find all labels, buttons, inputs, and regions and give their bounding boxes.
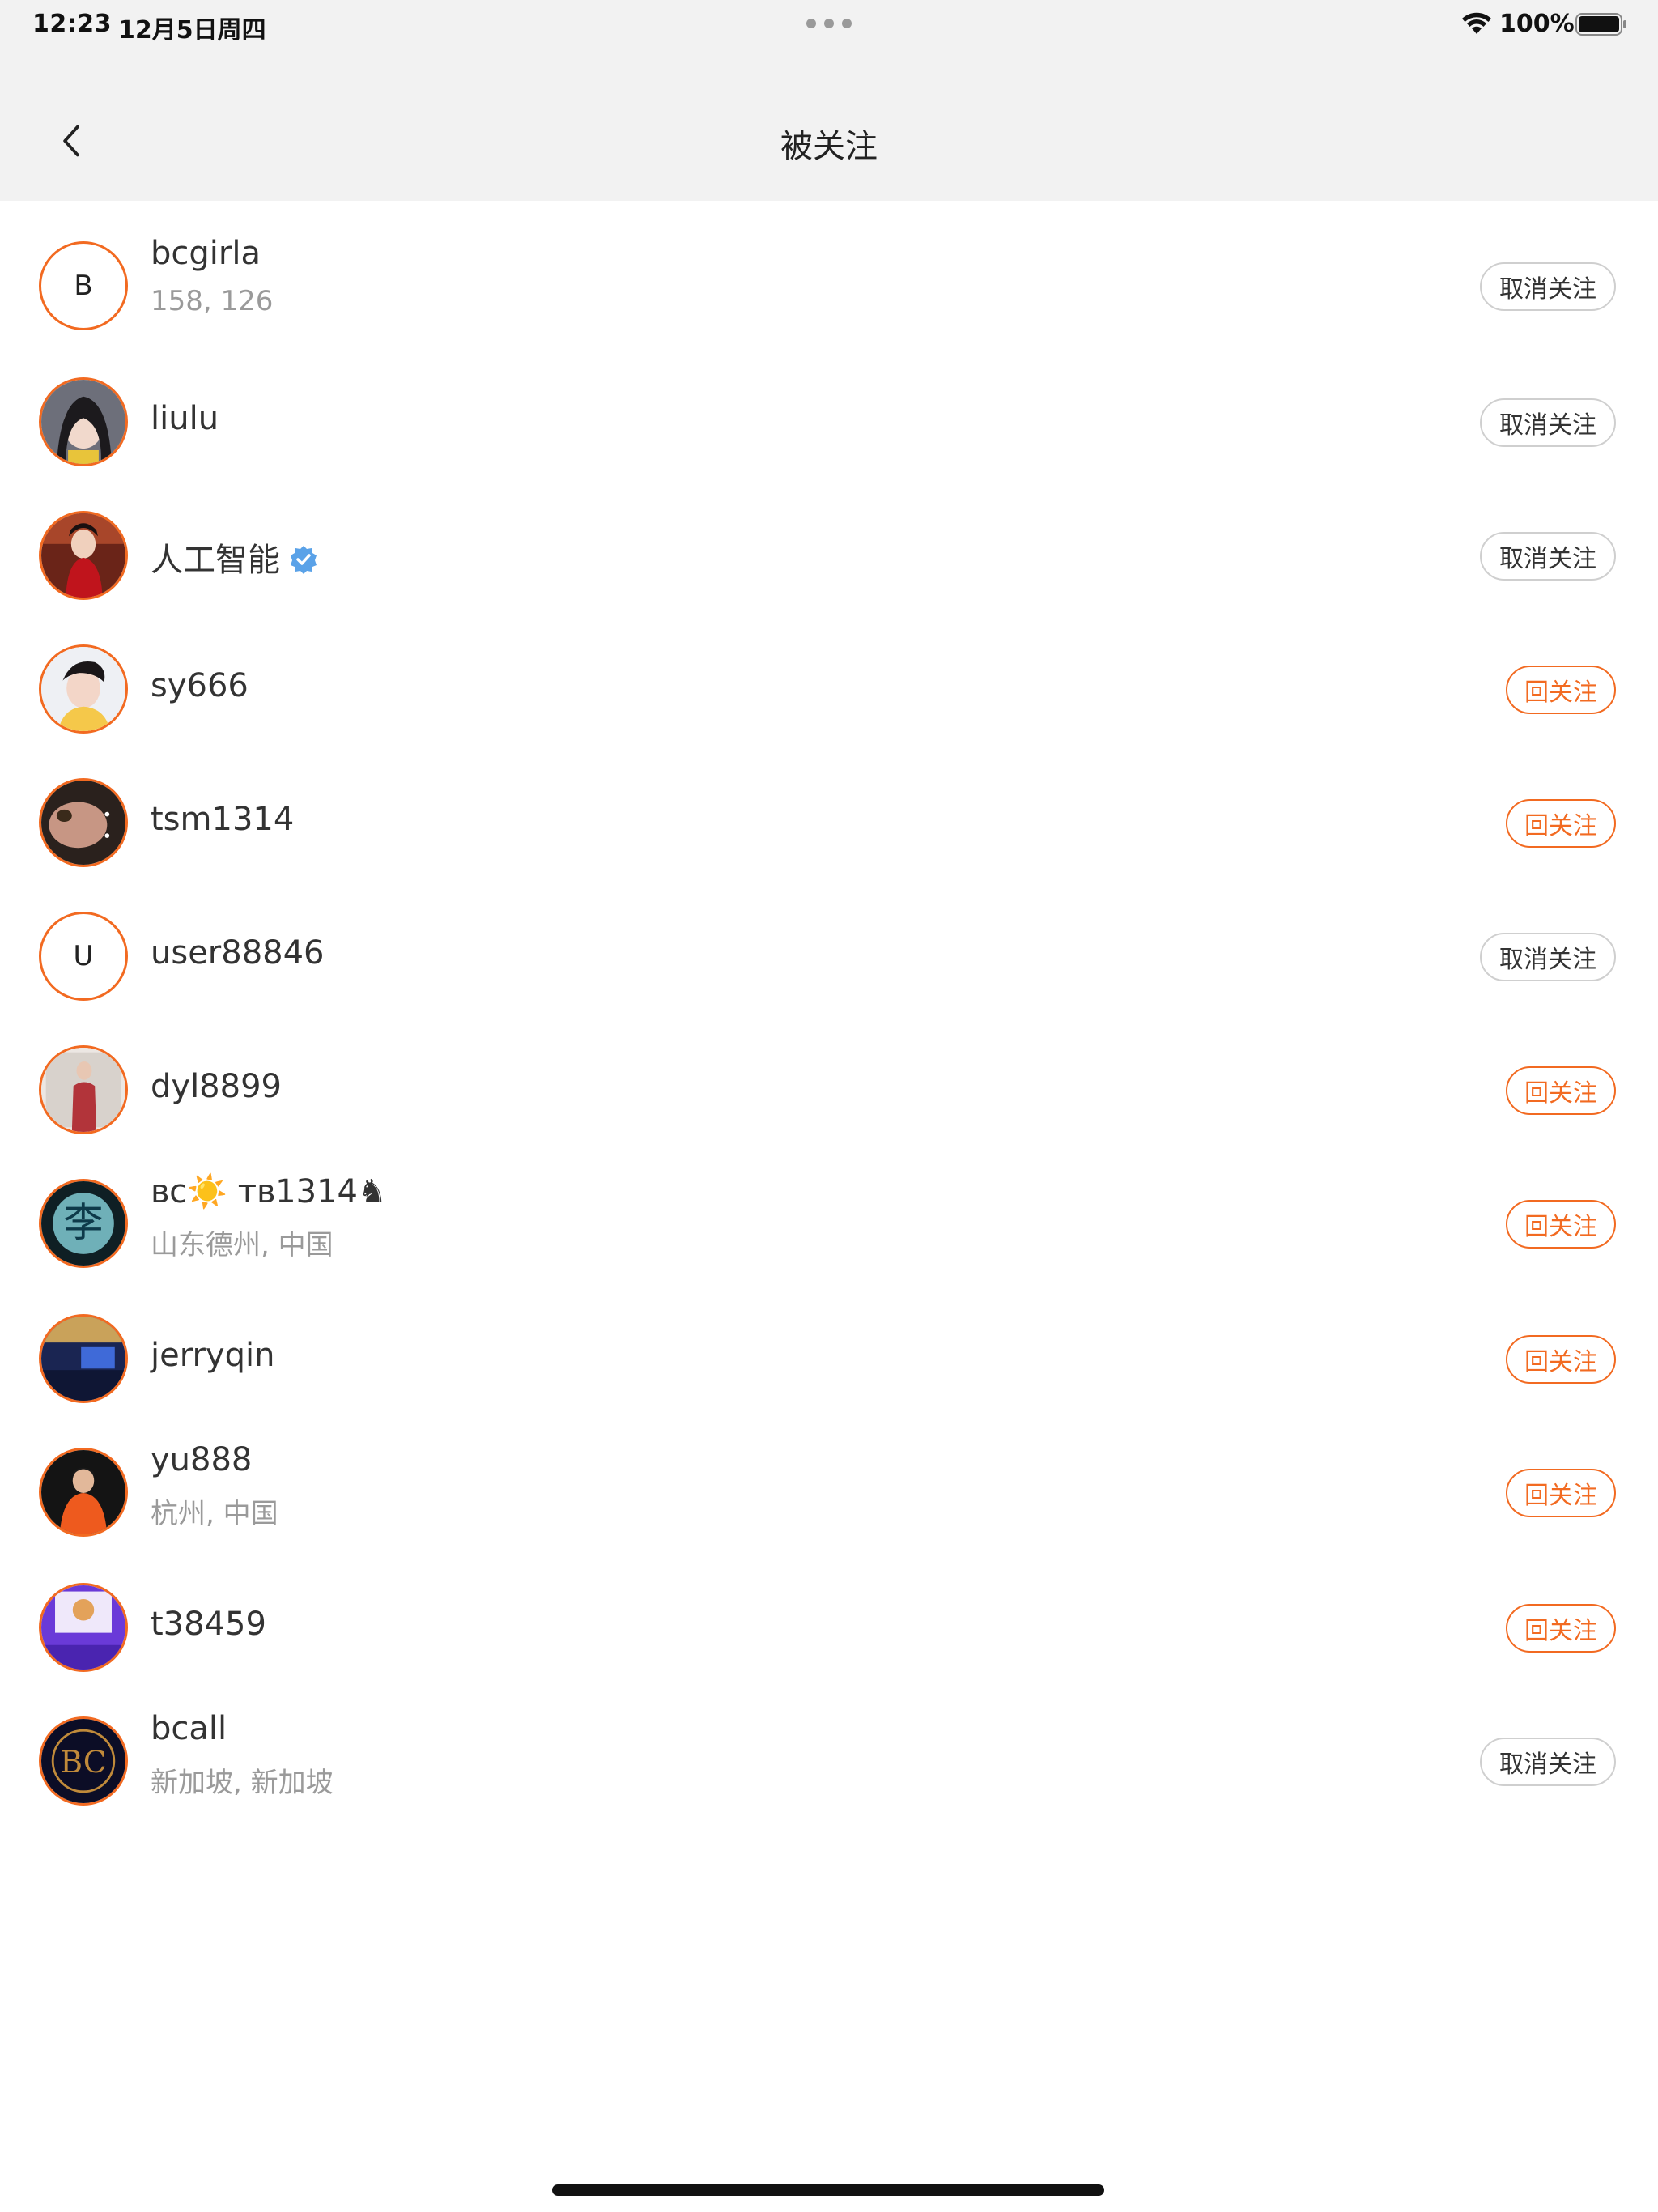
- home-indicator[interactable]: [552, 2184, 1104, 2196]
- avatar[interactable]: [39, 377, 128, 466]
- avatar[interactable]: [39, 1448, 128, 1537]
- follower-row[interactable]: BC bcall 新加坡, 新加坡 取消关注: [0, 1710, 1658, 1846]
- avatar[interactable]: B: [39, 241, 128, 330]
- status-date: 12月5日周四: [118, 16, 266, 45]
- header: 12:23 12月5日周四 100% 被关注: [0, 0, 1658, 201]
- username-text: tsm1314: [151, 801, 295, 838]
- username[interactable]: jerryqin: [151, 1337, 274, 1374]
- multitasking-dots-icon[interactable]: [806, 18, 852, 29]
- follow-back-button[interactable]: 回关注: [1506, 799, 1616, 848]
- username-text: ʙᴄ☀️ ᴛʙ1314♞: [151, 1173, 387, 1210]
- username[interactable]: tsm1314: [151, 801, 294, 838]
- wifi-icon: [1460, 10, 1493, 36]
- unfollow-button[interactable]: 取消关注: [1480, 1738, 1616, 1786]
- username[interactable]: dyl8899: [151, 1068, 282, 1105]
- avatar[interactable]: BC: [39, 1716, 128, 1806]
- username[interactable]: 人工智能: [151, 534, 319, 581]
- follower-row[interactable]: liulu 取消关注: [0, 377, 1658, 507]
- follow-back-button[interactable]: 回关注: [1506, 1066, 1616, 1115]
- follow-back-button[interactable]: 回关注: [1506, 1335, 1616, 1384]
- username[interactable]: yu888: [151, 1441, 252, 1478]
- follow-back-button[interactable]: 回关注: [1506, 666, 1616, 714]
- avatar[interactable]: [39, 1583, 128, 1672]
- unfollow-button[interactable]: 取消关注: [1480, 933, 1616, 981]
- username-text: user88846: [151, 934, 325, 972]
- user-location: 新加坡, 新加坡: [151, 1767, 334, 1799]
- follower-row[interactable]: yu888 杭州, 中国 回关注: [0, 1441, 1658, 1577]
- user-location: 杭州, 中国: [151, 1498, 278, 1530]
- follower-row[interactable]: sy666 回关注: [0, 644, 1658, 774]
- user-location: 山东德州, 中国: [151, 1229, 334, 1261]
- svg-text:李: 李: [63, 1199, 103, 1246]
- username[interactable]: bcgirla: [151, 235, 261, 272]
- username-text: jerryqin: [151, 1337, 275, 1374]
- username[interactable]: sy666: [151, 667, 249, 704]
- follow-back-button[interactable]: 回关注: [1506, 1469, 1616, 1517]
- verified-badge-icon: [288, 544, 319, 575]
- page-title: 被关注: [780, 128, 878, 165]
- username[interactable]: ʙᴄ☀️ ᴛʙ1314♞: [151, 1172, 387, 1210]
- follow-back-button[interactable]: 回关注: [1506, 1604, 1616, 1653]
- follower-row[interactable]: tsm1314 回关注: [0, 778, 1658, 908]
- unfollow-button[interactable]: 取消关注: [1480, 262, 1616, 311]
- username[interactable]: user88846: [151, 934, 325, 972]
- avatar[interactable]: [39, 644, 128, 734]
- avatar[interactable]: [39, 511, 128, 600]
- username[interactable]: bcall: [151, 1710, 227, 1747]
- status-time: 12:23: [32, 10, 112, 38]
- follower-row[interactable]: Uuser88846 取消关注: [0, 912, 1658, 1041]
- svg-text:BC: BC: [60, 1744, 106, 1780]
- username-text: t38459: [151, 1606, 266, 1643]
- follower-row[interactable]: dyl8899 回关注: [0, 1045, 1658, 1175]
- username[interactable]: liulu: [151, 400, 219, 437]
- battery-percentage: 100%: [1499, 10, 1575, 38]
- username-text: liulu: [151, 400, 219, 437]
- avatar[interactable]: U: [39, 912, 128, 1001]
- username-text: 人工智能: [151, 542, 280, 579]
- follower-row[interactable]: jerryqin 回关注: [0, 1314, 1658, 1444]
- user-location: 158, 126: [151, 285, 274, 317]
- follower-row[interactable]: 李 ʙᴄ☀️ ᴛʙ1314♞ 山东德州, 中国 回关注: [0, 1173, 1658, 1308]
- unfollow-button[interactable]: 取消关注: [1480, 398, 1616, 447]
- avatar[interactable]: 李: [39, 1179, 128, 1268]
- username-text: bcgirla: [151, 235, 261, 272]
- username[interactable]: t38459: [151, 1606, 266, 1643]
- username-text: bcall: [151, 1710, 227, 1747]
- battery-icon: [1575, 13, 1627, 36]
- username-text: dyl8899: [151, 1068, 282, 1105]
- follower-row[interactable]: Bbcgirla 158, 126 取消关注: [0, 235, 1658, 371]
- avatar[interactable]: [39, 1314, 128, 1403]
- username-text: sy666: [151, 667, 249, 704]
- follow-back-button[interactable]: 回关注: [1506, 1200, 1616, 1249]
- follower-row[interactable]: t38459 回关注: [0, 1583, 1658, 1712]
- avatar[interactable]: [39, 1045, 128, 1134]
- avatar[interactable]: [39, 778, 128, 867]
- unfollow-button[interactable]: 取消关注: [1480, 532, 1616, 581]
- username-text: yu888: [151, 1441, 253, 1478]
- follower-row[interactable]: 人工智能 取消关注: [0, 511, 1658, 640]
- followers-page: 12:23 12月5日周四 100% 被关注 Bbcgirla 158, 126…: [0, 0, 1658, 2212]
